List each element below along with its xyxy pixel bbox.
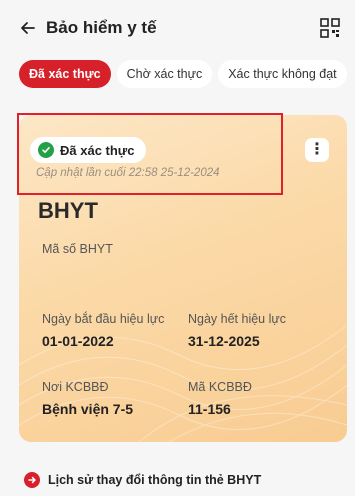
start-date-label: Ngày bắt đầu hiệu lực xyxy=(42,312,165,326)
back-button[interactable] xyxy=(18,18,38,38)
insurance-number-label: Mã số BHYT xyxy=(42,242,113,256)
qr-button[interactable] xyxy=(319,17,341,39)
registered-place-value: Bệnh viện 7-5 xyxy=(42,401,134,417)
verified-status-badge: Đã xác thực xyxy=(30,137,147,163)
end-date-value: 31-12-2025 xyxy=(188,333,260,349)
registered-code-label: Mã KCBBĐ xyxy=(188,380,252,394)
change-history-link[interactable]: Lịch sử thay đổi thông tin thẻ BHYT xyxy=(24,472,261,488)
registered-code-value: 11-156 xyxy=(188,401,231,417)
status-label: Đã xác thực xyxy=(60,142,135,158)
status-tabs: Đã xác thực Chờ xác thực Xác thực không … xyxy=(19,60,347,88)
page-title: Bảo hiểm y tế xyxy=(46,18,157,37)
app-header: Bảo hiểm y tế xyxy=(0,0,355,56)
start-date-value: 01-01-2022 xyxy=(42,333,114,349)
change-history-label: Lịch sử thay đổi thông tin thẻ BHYT xyxy=(48,473,262,487)
tab-pending[interactable]: Chờ xác thực xyxy=(116,60,213,88)
more-options-button[interactable]: ⋮ xyxy=(305,138,329,162)
end-date-label: Ngày hết hiệu lực xyxy=(188,312,287,326)
qr-code-icon xyxy=(320,18,340,38)
check-circle-icon xyxy=(38,142,54,158)
tab-verified[interactable]: Đã xác thực xyxy=(19,60,111,88)
more-vertical-icon: ⋮ xyxy=(309,141,325,158)
card-type-title: BHYT xyxy=(38,198,98,223)
registered-place-label: Nơi KCBBĐ xyxy=(42,380,109,394)
tab-failed[interactable]: Xác thực không đạt xyxy=(218,60,347,88)
arrow-right-circle-icon xyxy=(24,472,40,488)
last-updated-text: Cập nhật lần cuối 22:58 25-12-2024 xyxy=(36,167,220,179)
arrow-left-icon xyxy=(21,22,35,34)
